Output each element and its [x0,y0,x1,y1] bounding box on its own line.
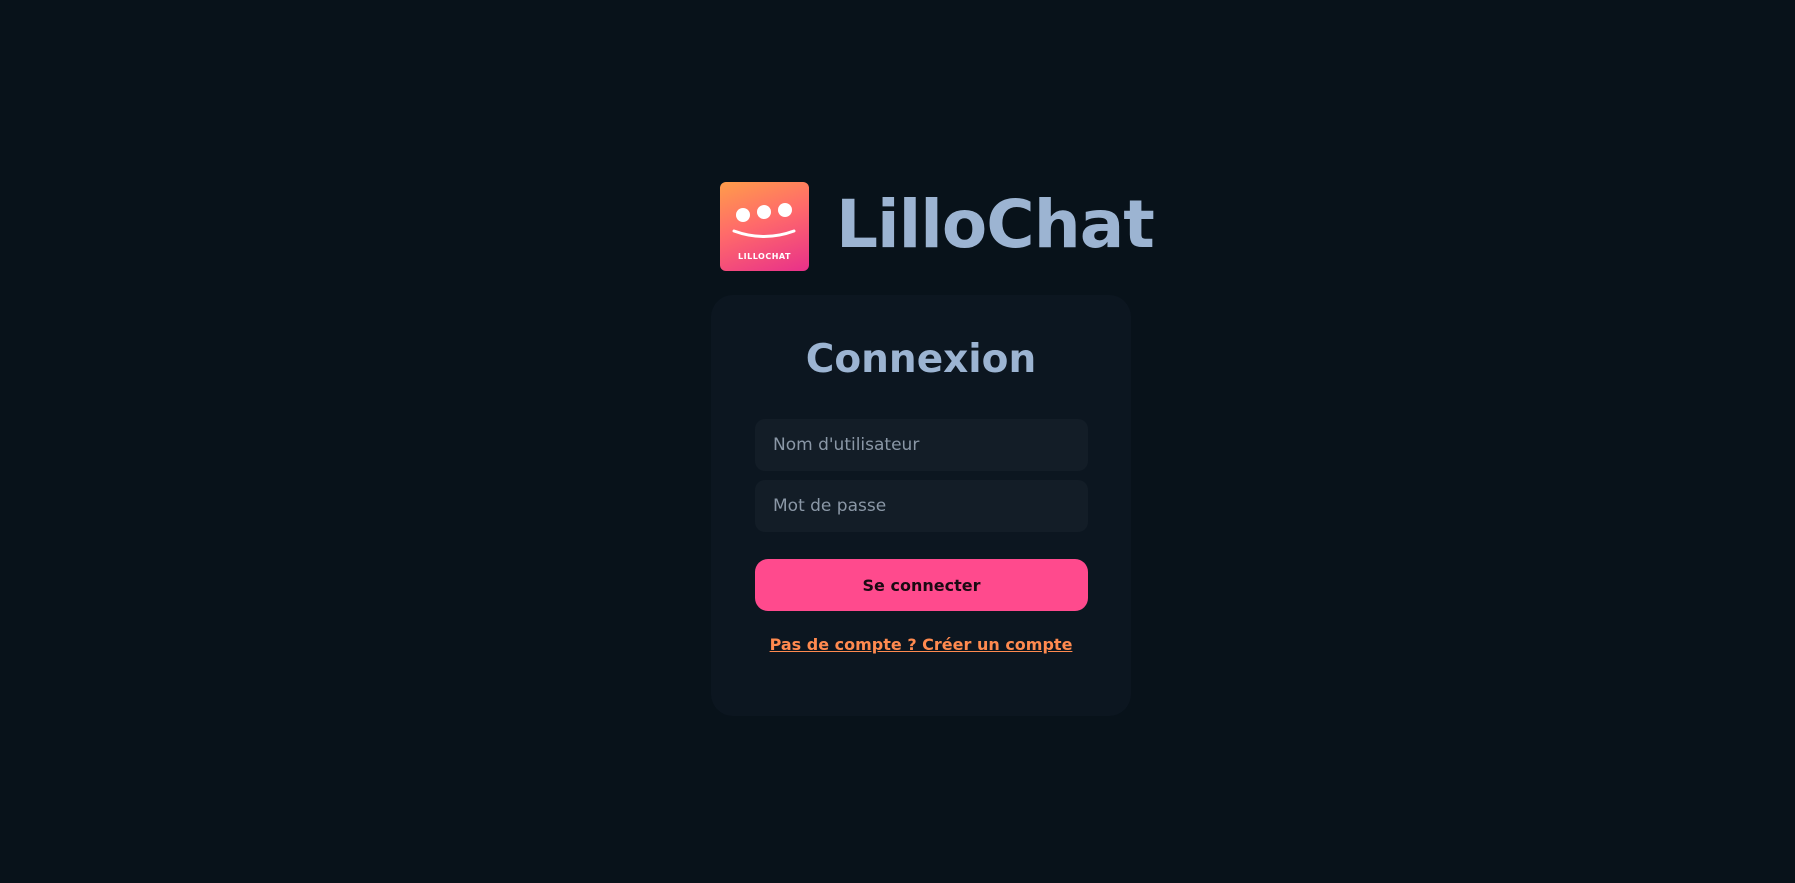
brand-header: LILLOCHAT LilloChat [720,182,1155,271]
login-button[interactable]: Se connecter [755,559,1088,611]
login-card: Connexion Se connecter Pas de compte ? C… [711,295,1131,716]
smiley-chat-icon: LILLOCHAT [732,203,796,261]
app-name: LilloChat [836,185,1155,263]
password-input[interactable] [755,480,1088,532]
login-page: LILLOCHAT LilloChat Connexion Se connect… [0,0,1795,883]
logo-text: LILLOCHAT [738,252,791,261]
signup-link[interactable]: Pas de compte ? Créer un compte [711,635,1131,654]
username-input[interactable] [755,419,1088,471]
login-title: Connexion [805,337,1037,382]
app-logo: LILLOCHAT [720,182,809,271]
